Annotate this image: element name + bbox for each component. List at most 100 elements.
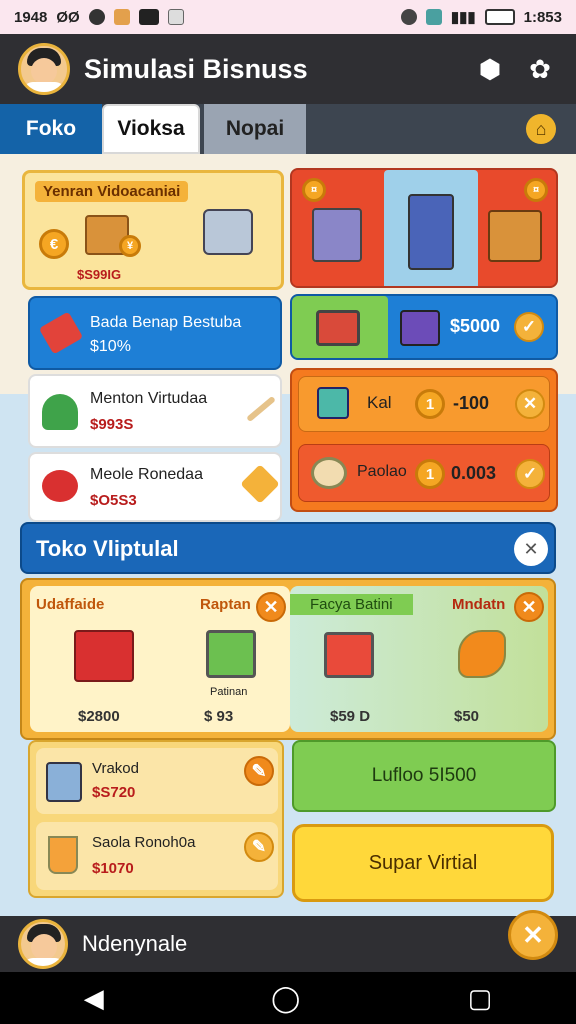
cast-icon — [425, 9, 442, 25]
hammer-icon — [38, 311, 84, 355]
bottom-row-2-name: Saola Ronoh0a — [92, 834, 196, 851]
mixer-icon[interactable] — [458, 630, 506, 678]
footer-name: Ndenynale — [82, 931, 188, 956]
recents-icon[interactable]: ▢ — [468, 983, 493, 1014]
orange-row-2[interactable]: Paolao 1 0.003 ✓ — [298, 444, 550, 502]
green-button-label: Lufloo 5I500 — [371, 765, 477, 786]
shield-icon[interactable]: ⬢ — [472, 51, 508, 87]
discount-title: Bada Benap Bestuba — [90, 314, 242, 331]
signal-icon: ▮▮▮ — [450, 9, 476, 26]
cube-icon — [317, 387, 349, 419]
bottom-row-2[interactable]: Saola Ronoh0a $1070 ✎ — [36, 822, 278, 890]
banner-price: $S99IG — [77, 267, 122, 282]
shop-item-2-price: $ 93 — [204, 708, 234, 725]
plant-pot-icon — [42, 394, 78, 430]
shop-item-2-close-icon[interactable]: ✕ — [256, 592, 286, 622]
tab-bar: Foko Vioksa Nopai — [0, 104, 576, 154]
grocery-cart-icon[interactable] — [206, 630, 256, 678]
star-badge-icon — [240, 464, 280, 504]
confirm-icon[interactable]: ✓ — [514, 312, 544, 342]
row-2-value: 0.003 — [451, 463, 497, 483]
discount-value: $10% — [90, 338, 131, 355]
item-1-price: $993S — [90, 416, 134, 433]
tab-toko[interactable]: Foko — [0, 104, 102, 154]
status-left-text: ØØ — [56, 8, 80, 26]
orange-panel: Kal 1 -100 ✕ Paolao 1 0.003 ✓ — [290, 368, 558, 512]
buildings-card[interactable]: ¤ ¤ — [290, 168, 558, 288]
crate-icon — [488, 210, 542, 262]
shop-item-4-close-icon[interactable]: ✕ — [514, 592, 544, 622]
donut-icon — [311, 457, 347, 489]
shop-panel: Udaffaide $2800 Raptan ✕ Patinan $ 93 Fa… — [20, 578, 556, 740]
bottom-row-1[interactable]: Vrakod $S720 ✎ — [36, 748, 278, 814]
toolbox-icon[interactable] — [74, 630, 134, 682]
shopping-cart-icon[interactable] — [324, 632, 374, 678]
battery-icon — [484, 9, 515, 25]
bottom-row-1-name: Vrakod — [92, 760, 139, 777]
pencil-icon — [246, 395, 276, 423]
item-card-2[interactable]: Meole Ronedaa $O5S3 — [28, 452, 282, 522]
settings-gear-icon[interactable]: ✿ — [522, 51, 558, 87]
basket-icon — [203, 209, 253, 255]
row-1-label: Kal — [367, 393, 392, 412]
green-button[interactable]: Lufloo 5I500 — [292, 740, 556, 812]
cash-register-icon — [400, 310, 440, 346]
notification-icon — [88, 9, 105, 25]
bottom-row-2-price: $1070 — [92, 860, 134, 877]
fruit-icon — [42, 470, 78, 502]
shop-item-1-label: Udaffaide — [36, 596, 105, 613]
yellow-button-label: Supar Virtial — [368, 851, 478, 874]
coin-icon: 1 — [415, 389, 445, 419]
coin-right-icon: ¤ — [524, 178, 548, 202]
row-1-value: -100 — [453, 393, 490, 413]
banner-card[interactable]: Yenran Vidoacaniai € ¥ $S99IG — [22, 170, 284, 290]
juice-glass-icon — [48, 836, 78, 874]
footer-bar: Ndenynale — [0, 916, 576, 972]
tab-nopai[interactable]: Nopai — [204, 104, 306, 154]
discount-card[interactable]: Bada Benap Bestuba $10% — [28, 296, 282, 370]
shop-item-4-label: Mndatn — [452, 596, 506, 613]
shop-left: Udaffaide $2800 Raptan ✕ Patinan $ 93 — [30, 586, 290, 732]
tab-vioksa[interactable]: Vioksa — [102, 104, 200, 154]
app-header: Simulasi Bisnuss ⬢ ✿ — [0, 34, 576, 104]
bottom-row-2-action-icon[interactable]: ✎ — [244, 832, 274, 862]
row-1-cancel-icon[interactable]: ✕ — [515, 389, 545, 419]
close-section-icon[interactable]: ✕ — [514, 532, 548, 566]
shop-item-2-label: Raptan — [200, 596, 251, 613]
back-icon[interactable]: ◀ — [84, 983, 104, 1014]
item-1-name: Menton Virtudaa — [90, 390, 208, 407]
item-card-1[interactable]: Menton Virtudaa $993S — [28, 374, 282, 448]
yellow-action-button[interactable]: Supar Virtial — [292, 824, 554, 902]
status-time: 1948 — [14, 8, 48, 26]
cart-value: $5000 — [450, 316, 501, 336]
bottom-row-1-price: $S720 — [92, 784, 136, 801]
coin-icon: 1 — [415, 459, 445, 489]
shop-item-2-sublabel: Patinan — [210, 686, 248, 698]
status-clock: 1:853 — [523, 8, 562, 26]
page-title: Simulasi Bisnuss — [84, 53, 308, 84]
orange-row-1[interactable]: Kal 1 -100 ✕ — [298, 376, 550, 432]
building-icon — [312, 208, 362, 262]
footer-close-icon[interactable]: ✕ — [508, 910, 558, 960]
app-icon — [113, 9, 130, 25]
section-title: Toko Vliptulal — [36, 536, 179, 561]
home-icon[interactable]: ◯ — [271, 983, 300, 1014]
shop-item-4-price: $50 — [454, 708, 480, 725]
bottom-left-panel: Vrakod $S720 ✎ Saola Ronoh0a $1070 ✎ — [28, 740, 284, 898]
row-2-label: Paolao — [357, 463, 407, 480]
footer-avatar[interactable] — [18, 919, 68, 969]
banner-title: Yenran Vidoacaniai — [35, 181, 189, 202]
main-area: Yenran Vidoacaniai € ¥ $S99IG Bada Benap… — [0, 154, 576, 916]
section-header: Toko Vliptulal ✕ — [20, 522, 556, 574]
home-badge-icon[interactable]: ⌂ — [526, 114, 556, 144]
shop-item-3-label: Facya Batini — [290, 594, 413, 615]
bottom-row-1-action-icon[interactable]: ✎ — [244, 756, 274, 786]
shop-item-3-price: $59 D — [330, 708, 371, 725]
status-bar: 1948 ØØ ▮▮▮ 1:853 — [0, 0, 576, 34]
row-2-confirm-icon[interactable]: ✓ — [515, 459, 545, 489]
shop-item-1-price: $2800 — [78, 708, 120, 725]
screen-icon — [138, 9, 159, 25]
cart-card[interactable]: $5000 ✓ — [290, 294, 558, 360]
player-avatar[interactable] — [18, 43, 70, 95]
shop-right: Facya Batini $59 D Mndatn ✕ $50 — [290, 586, 548, 732]
